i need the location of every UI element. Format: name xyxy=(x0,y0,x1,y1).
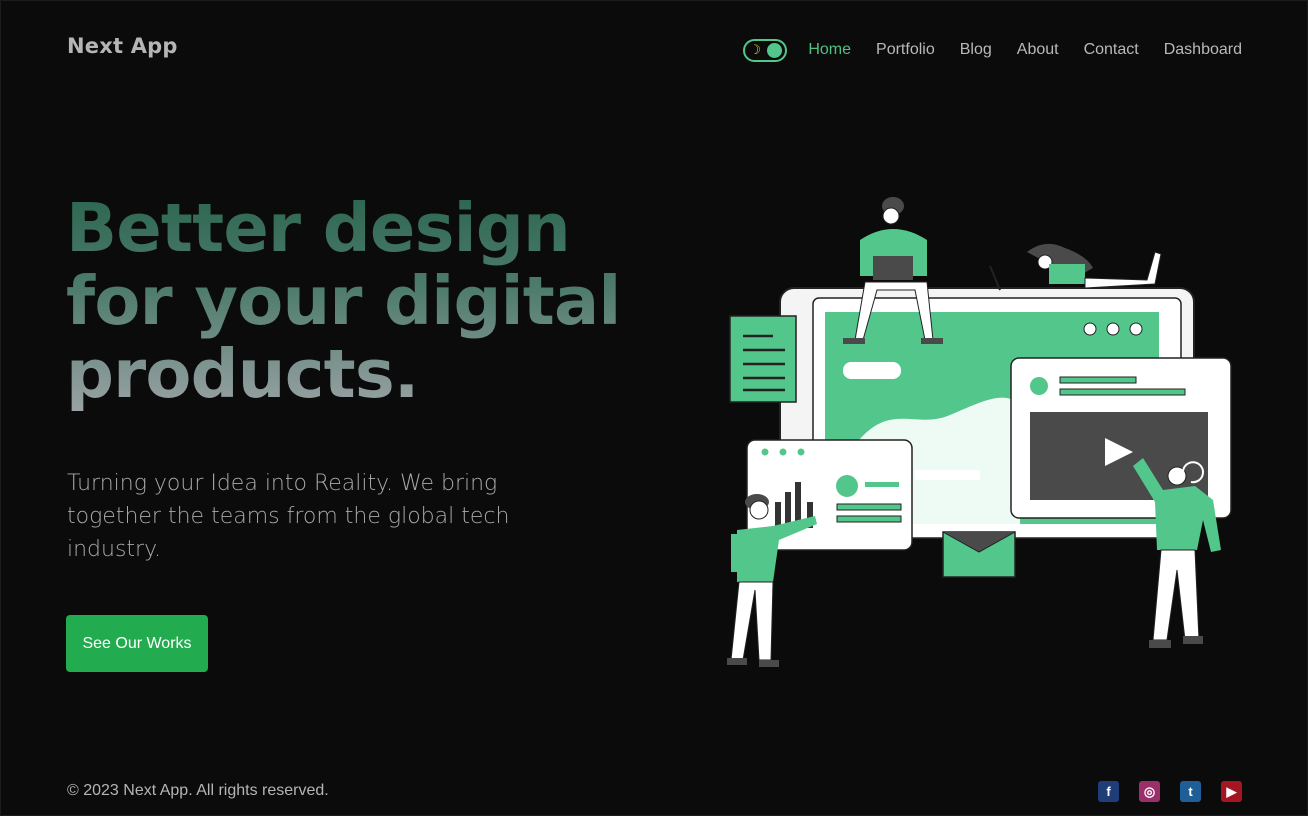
hero-subtitle: Turning your Idea into Reality. We bring… xyxy=(67,471,510,562)
twitter-icon[interactable]: t xyxy=(1180,781,1201,802)
hero-title-line-3: products. xyxy=(66,335,419,413)
copyright-text: © 2023 Next App. All rights reserved. xyxy=(67,782,329,799)
hero-title-line-1: Better design xyxy=(66,189,570,267)
youtube-icon[interactable]: ▶ xyxy=(1221,781,1242,802)
facebook-icon[interactable]: f xyxy=(1098,781,1119,802)
moon-icon: ☽ xyxy=(749,42,761,58)
toggle-knob xyxy=(767,42,783,58)
nav-portfolio[interactable]: Portfolio xyxy=(876,41,935,59)
nav-about[interactable]: About xyxy=(1017,41,1059,59)
brand-logo[interactable]: Next App xyxy=(67,34,178,58)
hero-title-line-2: for your digital xyxy=(66,262,621,340)
instagram-icon[interactable]: ◎ xyxy=(1139,781,1160,802)
hero-title: Better design for your digital products. xyxy=(66,192,666,411)
theme-toggle[interactable]: ☽ xyxy=(743,38,788,62)
nav-dashboard[interactable]: Dashboard xyxy=(1164,41,1242,59)
top-nav: ☽ Home Portfolio Blog About Contact Dash… xyxy=(743,38,1242,62)
social-links: f ◎ t ▶ xyxy=(1078,781,1242,802)
nav-home[interactable]: Home xyxy=(808,41,851,59)
see-our-works-button[interactable]: See Our Works xyxy=(66,615,208,672)
nav-blog[interactable]: Blog xyxy=(960,41,992,59)
hero-illustration xyxy=(727,197,1232,667)
nav-contact[interactable]: Contact xyxy=(1084,41,1139,59)
